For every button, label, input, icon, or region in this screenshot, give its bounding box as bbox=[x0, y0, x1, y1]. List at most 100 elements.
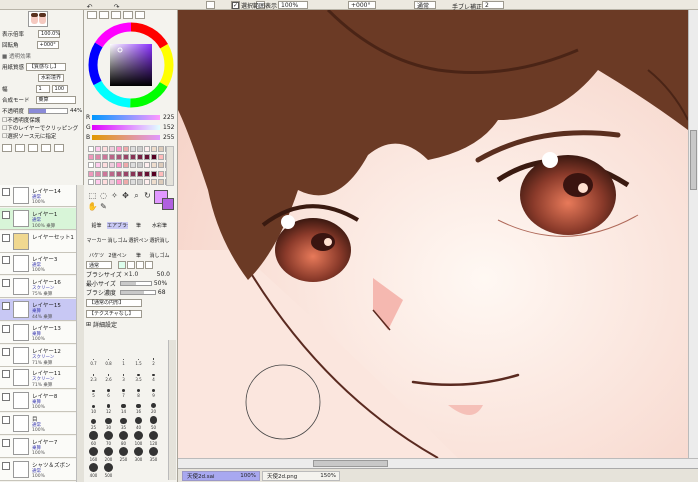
swatch-scrollbar[interactable] bbox=[166, 146, 174, 186]
color-swatch[interactable] bbox=[137, 146, 143, 152]
eyedropper-icon[interactable]: ✎ bbox=[98, 201, 109, 212]
tool-button[interactable]: 消しゴム bbox=[149, 252, 170, 259]
rgb-button[interactable] bbox=[99, 11, 109, 19]
layer-item[interactable]: レイヤー12 スクリーン 71% 乗算 bbox=[0, 344, 76, 367]
brush-size-cell[interactable]: 80 bbox=[118, 430, 129, 446]
b-slider[interactable] bbox=[92, 134, 160, 140]
visibility-icon[interactable] bbox=[2, 302, 10, 310]
strength-value[interactable]: 100 bbox=[51, 84, 68, 93]
color-swatch[interactable] bbox=[123, 154, 129, 161]
selection-source-check[interactable]: □ 選択ソース元に指定 bbox=[0, 132, 83, 140]
r-slider[interactable] bbox=[92, 114, 160, 120]
brush-size-cell[interactable]: 300 bbox=[133, 446, 144, 462]
color-swatch[interactable] bbox=[158, 146, 164, 152]
layer-scrollbar[interactable] bbox=[76, 185, 84, 482]
color-swatch[interactable] bbox=[137, 170, 143, 177]
horizontal-scrollbar[interactable] bbox=[178, 458, 698, 468]
brush-size-cell[interactable]: 2.6 bbox=[103, 366, 114, 382]
color-swatch[interactable] bbox=[116, 146, 122, 152]
color-swatch[interactable] bbox=[102, 162, 108, 169]
angle-select[interactable]: +000° bbox=[348, 1, 376, 9]
brush-size-cell[interactable]: 70 bbox=[103, 430, 114, 446]
color-wheel-button[interactable] bbox=[87, 11, 97, 19]
palette-button[interactable] bbox=[123, 11, 133, 19]
color-swatch[interactable] bbox=[158, 154, 164, 161]
color-swatch[interactable] bbox=[123, 170, 129, 177]
color-swatch[interactable] bbox=[158, 178, 164, 185]
blend-mode-select[interactable]: 乗算 bbox=[35, 95, 76, 104]
brush-size-cell[interactable]: 40 bbox=[133, 414, 144, 430]
magic-wand-icon[interactable]: ✧ bbox=[109, 190, 120, 201]
color-swatch[interactable] bbox=[109, 146, 115, 152]
color-swatch[interactable] bbox=[144, 178, 150, 185]
tool-button[interactable]: マーカー bbox=[86, 237, 107, 244]
brush-size-cell[interactable]: 7 bbox=[118, 382, 129, 398]
lasso-icon[interactable]: ◌ bbox=[98, 190, 109, 201]
tool-button[interactable]: 選択ペン bbox=[128, 237, 149, 244]
paper-select[interactable]: 【質感なし】 bbox=[26, 62, 67, 71]
brush-size-cell[interactable]: 1.5 bbox=[133, 350, 144, 366]
color-swatch[interactable] bbox=[88, 178, 94, 185]
tool-button[interactable]: 消しゴム bbox=[107, 237, 128, 244]
color-indicator[interactable] bbox=[154, 190, 176, 214]
color-swatch[interactable] bbox=[158, 170, 164, 177]
zoom-select[interactable]: 100% bbox=[278, 1, 308, 9]
width-value[interactable]: 1 bbox=[35, 84, 50, 93]
color-swatch[interactable] bbox=[144, 146, 150, 152]
visibility-icon[interactable] bbox=[2, 256, 10, 265]
clear-button[interactable] bbox=[28, 143, 38, 152]
color-swatches[interactable] bbox=[88, 146, 171, 186]
brush-size-cell[interactable]: 12 bbox=[103, 398, 114, 414]
color-swatch[interactable] bbox=[95, 178, 101, 185]
color-wheel[interactable] bbox=[88, 22, 174, 108]
paper-effect-select[interactable]: 水彩境界 bbox=[38, 73, 64, 82]
brush-shape-select[interactable]: 【通常の円形】 bbox=[86, 298, 142, 307]
tab-doc-1[interactable]: 天使2d.sai 100% bbox=[182, 471, 260, 481]
color-swatch[interactable] bbox=[102, 154, 108, 161]
color-swatch[interactable] bbox=[144, 154, 150, 161]
shape-button-1[interactable] bbox=[118, 261, 126, 269]
merge-button[interactable] bbox=[41, 143, 51, 152]
color-swatch[interactable] bbox=[130, 162, 136, 169]
color-swatch[interactable] bbox=[151, 170, 157, 177]
visibility-icon[interactable] bbox=[2, 438, 10, 447]
layer-item[interactable]: レイヤー16 スクリーン 75% 乗算 bbox=[0, 276, 76, 299]
horizontal-scroll-thumb[interactable] bbox=[313, 460, 388, 467]
brush-size-cell[interactable]: 30 bbox=[103, 414, 114, 430]
color-swatch[interactable] bbox=[151, 162, 157, 169]
layer-item[interactable]: レイヤー8 乗算 100% bbox=[0, 390, 76, 413]
tool-button[interactable]: 水彩筆 bbox=[149, 222, 170, 229]
visibility-icon[interactable] bbox=[2, 324, 10, 333]
vertical-scroll-thumb[interactable] bbox=[690, 130, 697, 190]
color-swatch[interactable] bbox=[102, 178, 108, 185]
tab-doc-2[interactable]: 天使2d.png 150% bbox=[262, 471, 340, 481]
color-swatch[interactable] bbox=[158, 162, 164, 169]
shape-button-2[interactable] bbox=[127, 261, 135, 269]
brush-size-cell[interactable]: 1 bbox=[118, 350, 129, 366]
g-slider[interactable] bbox=[92, 124, 160, 130]
shape-button-4[interactable] bbox=[145, 261, 153, 269]
view-button-1[interactable] bbox=[206, 1, 215, 9]
layer-item[interactable]: レイヤー13 乗算 100% bbox=[0, 321, 76, 344]
visibility-icon[interactable] bbox=[2, 416, 10, 424]
shape-button-3[interactable] bbox=[136, 261, 144, 269]
tool-button[interactable]: 選択消し bbox=[149, 237, 170, 244]
color-swatch[interactable] bbox=[88, 170, 94, 177]
color-swatch[interactable] bbox=[130, 154, 136, 161]
brush-size-cell[interactable]: 20 bbox=[148, 398, 159, 414]
hand-icon[interactable]: ✋ bbox=[87, 201, 98, 212]
color-swatch[interactable] bbox=[88, 154, 94, 161]
brush-size-cell[interactable]: 10 bbox=[88, 398, 99, 414]
color-swatch[interactable] bbox=[102, 146, 108, 152]
visibility-icon[interactable] bbox=[2, 210, 10, 219]
brush-size-cell[interactable]: 14 bbox=[118, 398, 129, 414]
zoom-icon[interactable]: ⌕ bbox=[131, 190, 142, 201]
brush-size-cell[interactable]: 60 bbox=[88, 430, 99, 446]
color-swatch[interactable] bbox=[151, 154, 157, 161]
visibility-icon[interactable] bbox=[2, 188, 10, 196]
brush-size-cell[interactable]: 50 bbox=[148, 414, 159, 430]
brush-size-cell[interactable]: 400 bbox=[88, 462, 99, 478]
min-size-slider[interactable] bbox=[119, 281, 152, 286]
visibility-icon[interactable] bbox=[2, 233, 10, 242]
brush-size-cell[interactable]: 3.5 bbox=[133, 366, 144, 382]
